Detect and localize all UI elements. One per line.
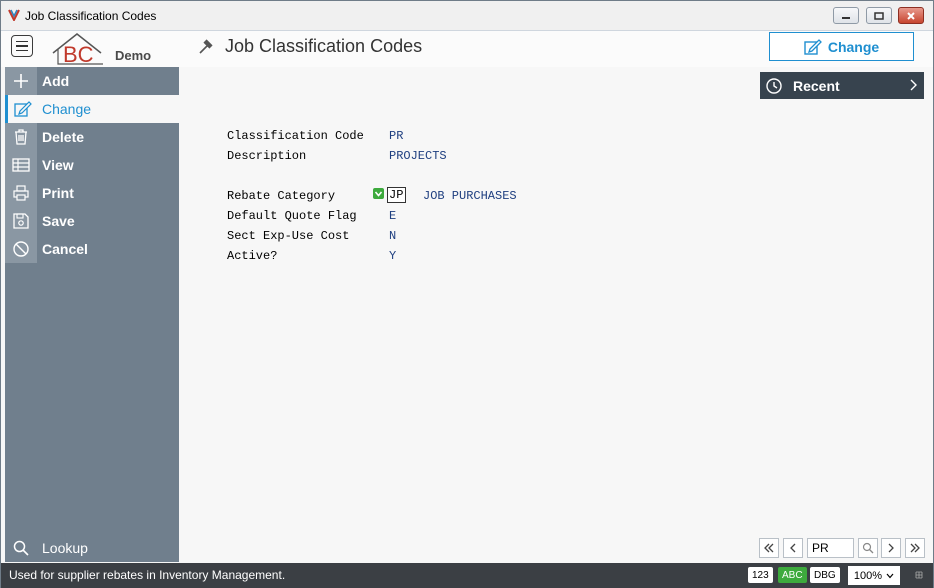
numeric-mode-badge[interactable]: 123	[748, 567, 773, 583]
trash-icon	[5, 123, 37, 151]
minimize-icon	[842, 16, 850, 19]
app-header: BC Demo Job Classification Codes Change	[1, 31, 933, 67]
app-window: Job Classification Codes BC Demo Job Cla…	[0, 0, 934, 588]
menu-button[interactable]	[11, 35, 33, 57]
active-value[interactable]: Y	[389, 249, 396, 263]
app-logo-icon	[8, 9, 20, 21]
double-chevron-right-icon	[910, 543, 920, 553]
field-label: Classification Code	[227, 129, 364, 143]
field-label: Active?	[227, 249, 278, 263]
zoom-value: 100%	[853, 569, 883, 582]
logo-letters: BC	[63, 42, 94, 65]
rebate-category-input[interactable]: JP	[387, 187, 406, 203]
chevron-down-icon	[886, 573, 894, 578]
edit-icon	[5, 95, 37, 123]
search-icon	[862, 542, 874, 554]
sidebar-item-label: View	[42, 157, 74, 173]
status-message: Used for supplier rebates in Inventory M…	[9, 568, 286, 582]
field-label: Sect Exp-Use Cost	[227, 229, 350, 243]
cancel-icon	[5, 235, 37, 263]
sidebar-item-view[interactable]: View	[5, 151, 179, 179]
sidebar-item-save[interactable]: Save	[5, 207, 179, 235]
search-icon	[5, 534, 37, 562]
page-title: Job Classification Codes	[225, 36, 423, 56]
page-heading: Job Classification Codes	[197, 36, 422, 57]
printer-icon	[5, 179, 37, 207]
change-mode-button[interactable]: Change	[769, 32, 914, 61]
recent-panel-toggle[interactable]: Recent	[760, 72, 924, 99]
floppy-icon	[5, 207, 37, 235]
house-logo-icon: BC	[52, 33, 103, 65]
default-quote-flag-value[interactable]: E	[389, 209, 396, 223]
recent-label: Recent	[793, 77, 840, 94]
sect-exp-use-cost-value[interactable]: N	[389, 229, 396, 243]
title-bar: Job Classification Codes	[1, 1, 933, 31]
caps-mode-badge[interactable]: ABC	[778, 567, 807, 583]
change-mode-label: Change	[827, 38, 880, 55]
close-window-button[interactable]	[898, 7, 924, 24]
double-chevron-left-icon	[764, 543, 774, 553]
chevron-right-icon	[910, 79, 917, 91]
field-label: Default Quote Flag	[227, 209, 357, 223]
window-title: Job Classification Codes	[25, 9, 157, 23]
field-label: Rebate Category	[227, 189, 336, 203]
description-value[interactable]: PROJECTS	[389, 149, 447, 163]
record-search-button[interactable]	[858, 538, 878, 558]
debug-mode-badge[interactable]: DBG	[810, 567, 840, 583]
chevron-right-icon	[888, 543, 894, 553]
sidebar-item-delete[interactable]: Delete	[5, 123, 179, 151]
hamburger-line	[16, 45, 28, 47]
close-icon	[907, 11, 915, 20]
resize-grip-icon[interactable]	[915, 571, 923, 579]
rebate-category-description: JOB PURCHASES	[423, 189, 517, 203]
lookup-dropdown-icon[interactable]	[373, 188, 384, 199]
minimize-button[interactable]	[833, 7, 859, 24]
sidebar-item-label: Lookup	[42, 540, 88, 556]
action-sidebar: Add Change Delete View Print Save Cancel…	[5, 67, 179, 562]
logo-tag: Demo	[115, 48, 152, 63]
hamburger-line	[16, 40, 28, 43]
sidebar-item-label: Add	[42, 73, 70, 89]
sidebar-item-change[interactable]: Change	[5, 95, 179, 123]
status-bar: Used for supplier rebates in Inventory M…	[1, 563, 933, 588]
sidebar-item-label: Change	[42, 101, 92, 117]
table-icon	[5, 151, 37, 179]
next-record-button[interactable]	[881, 538, 901, 558]
record-key-input[interactable]: PR	[807, 538, 854, 558]
field-label: Description	[227, 149, 307, 163]
maximize-icon	[874, 11, 884, 20]
sidebar-item-label: Print	[42, 185, 74, 201]
maximize-button[interactable]	[866, 7, 892, 24]
company-logo: BC Demo	[51, 31, 161, 65]
sidebar-item-print[interactable]: Print	[5, 179, 179, 207]
gavel-icon	[199, 38, 213, 54]
sidebar-item-label: Cancel	[42, 241, 88, 257]
zoom-select[interactable]: 100%	[848, 566, 900, 585]
chevron-left-icon	[790, 543, 796, 553]
sidebar-item-label: Save	[42, 213, 75, 229]
plus-icon	[5, 67, 37, 95]
previous-record-button[interactable]	[783, 538, 803, 558]
first-record-button[interactable]	[759, 538, 779, 558]
classification-code-value[interactable]: PR	[389, 129, 403, 143]
edit-icon	[804, 38, 822, 55]
sidebar-item-cancel[interactable]: Cancel	[5, 235, 179, 263]
last-record-button[interactable]	[905, 538, 925, 558]
sidebar-item-lookup[interactable]: Lookup	[5, 534, 179, 562]
sidebar-item-add[interactable]: Add	[5, 67, 179, 95]
sidebar-item-label: Delete	[42, 129, 85, 145]
clock-icon	[766, 77, 782, 94]
hamburger-line	[16, 49, 28, 52]
